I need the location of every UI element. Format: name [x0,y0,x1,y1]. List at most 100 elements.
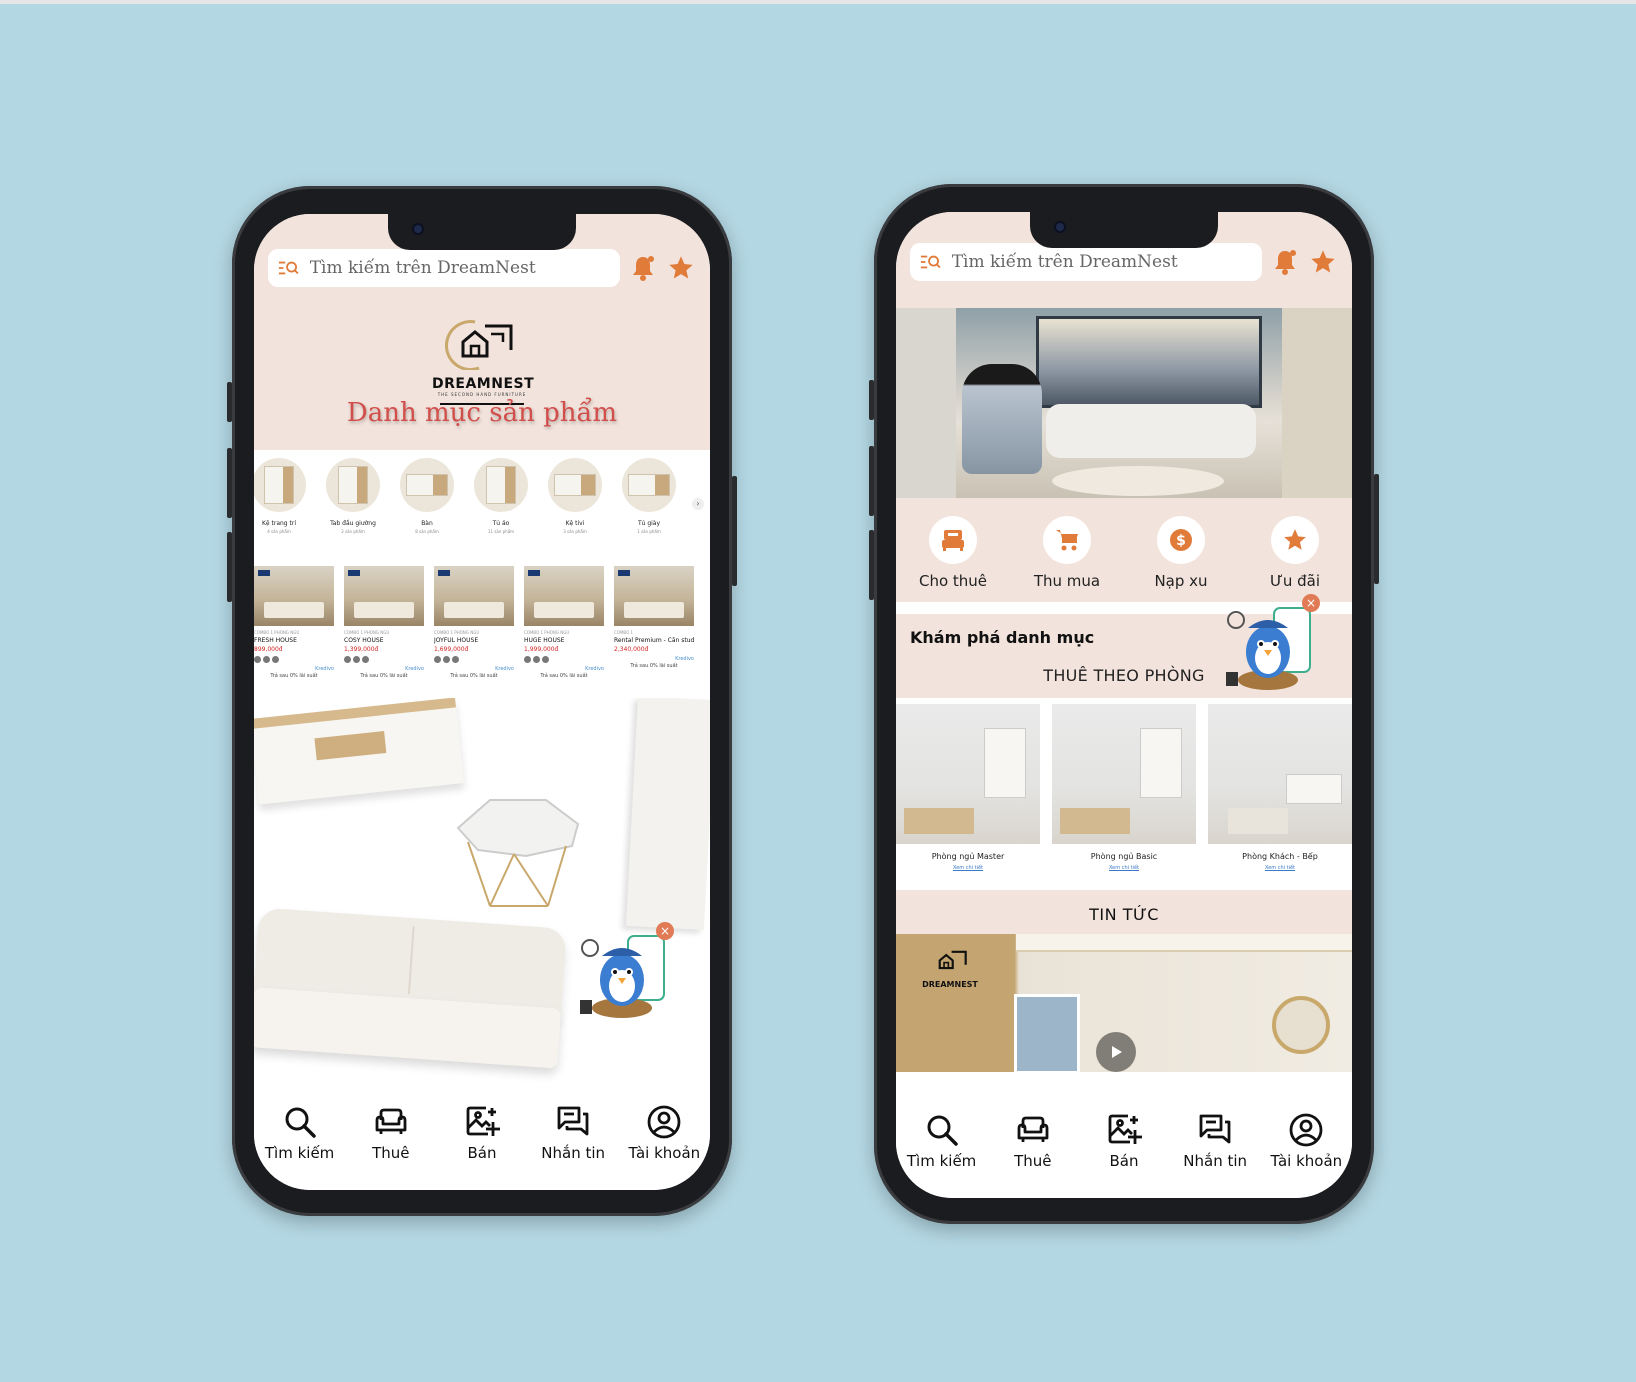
chat-icon [1199,1114,1231,1144]
category-item[interactable]: Kệ tivi 3 sản phẩm [546,458,604,552]
play-icon[interactable] [1096,1032,1136,1072]
nav-sell[interactable]: Bán [1082,1112,1166,1170]
nav-rent[interactable]: Thuê [991,1112,1075,1170]
coffee-table-image [456,799,580,907]
quick-label: Thu mua [1033,572,1101,590]
product-row: COMBO 1 PHÒNG NGỦ FRESH HOUSE 899,000đ K… [254,566,710,696]
category-count: 3 sản phẩm [563,529,587,534]
room-image [896,704,1040,844]
product-name: FRESH HOUSE [254,637,297,644]
nav-label: Nhắn tin [1183,1152,1248,1170]
nav-account[interactable]: Tài khoản [622,1104,706,1162]
close-icon[interactable]: × [656,922,674,940]
product-card[interactable]: COMBO 1 PHÒNG NGỦ JOYFUL HOUSE 1,699,000… [434,566,514,696]
cart-icon [1043,516,1091,564]
nav-label: Nhắn tin [541,1144,606,1162]
mascot-widget[interactable]: × [1222,594,1320,694]
product-pay-later: Trả sau 0% lãi suất [540,673,588,679]
star-icon[interactable] [666,253,696,283]
product-name: COSY HOUSE [344,637,384,644]
search-icon [285,1107,316,1138]
quick-buyback[interactable]: Thu mua [1022,516,1112,602]
product-name: HUGE HOUSE [524,637,565,644]
product-pay-later: Trả sau 0% lãi suất [450,673,498,679]
category-count: 1 sản phẩm [637,529,661,534]
category-item[interactable]: Kệ trang trí 4 sản phẩm [254,458,308,552]
image-plus-icon [466,1106,500,1136]
quick-label: Nạp xu [1154,572,1208,590]
search-input[interactable] [951,252,1252,272]
category-item[interactable]: Bàn 8 sản phẩm [398,458,456,552]
volume-button [869,380,874,420]
category-label: Tab đầu giường [330,520,376,527]
nav-label: Thuê [1014,1152,1052,1170]
nav-label: Tìm kiếm [906,1152,977,1170]
product-pay-later: Trả sau 0% lãi suất [270,673,318,679]
room-card[interactable]: Phòng ngủ Master Xem chi tiết [896,704,1040,884]
product-card[interactable]: COMBO 1 PHÒNG NGỦ COSY HOUSE 1,399,000đ … [344,566,424,696]
room-image [1052,704,1196,844]
product-card[interactable]: COMBO 1 Rental Premium - Căn studio 2,34… [614,566,694,696]
search-box[interactable] [268,249,620,287]
penguin-mascot-icon [580,935,665,1018]
room-detail-link[interactable]: Xem chi tiết [953,865,983,871]
bell-icon[interactable] [1270,247,1300,277]
star-icon [1271,516,1319,564]
top-strip [0,0,1636,4]
category-count: 2 sản phẩm [341,529,365,534]
nav-search[interactable]: Tìm kiếm [900,1112,984,1170]
screen: DREAMNEST THE SECOND HAND FURNITURE Danh… [254,214,710,1190]
category-item[interactable]: Tủ giày 1 sản phẩm [620,458,678,552]
category-image [254,458,306,512]
product-pay-later: Trả sau 0% lãi suất [360,673,408,679]
mascot-widget[interactable]: × [576,922,674,1022]
account-icon [1289,1113,1323,1147]
product-pay-later: Trả sau 0% lãi suất [630,663,678,669]
product-meta: COMBO 1 PHÒNG NGỦ [434,630,480,635]
search-filter-icon [278,261,299,275]
product-card[interactable]: COMBO 1 PHÒNG NGỦ FRESH HOUSE 899,000đ K… [254,566,334,696]
product-image [344,566,424,626]
room-list: Phòng ngủ Master Xem chi tiết Phòng ngủ … [896,704,1352,884]
star-icon[interactable] [1308,247,1338,277]
volume-button [869,530,874,600]
nav-search[interactable]: Tìm kiếm [258,1104,342,1162]
house-logo-icon [938,950,967,970]
search-box[interactable] [910,243,1262,281]
search-filter-icon [920,255,941,269]
nav-account[interactable]: Tài khoản [1264,1112,1348,1170]
chevron-right-icon[interactable]: › [692,498,704,510]
room-detail-link[interactable]: Xem chi tiết [1265,865,1295,871]
nav-messages[interactable]: Nhắn tin [531,1104,615,1162]
quick-topup[interactable]: $ Nạp xu [1136,516,1226,602]
quick-deals[interactable]: Ưu đãi [1250,516,1340,602]
hero-banner[interactable] [896,308,1352,498]
svg-text:$: $ [1176,533,1186,549]
nav-rent[interactable]: Thuê [349,1104,433,1162]
bell-icon[interactable] [628,253,658,283]
room-card[interactable]: Phòng Khách - Bếp Xem chi tiết [1208,704,1352,884]
product-image [614,566,694,626]
product-card[interactable]: COMBO 1 PHÒNG NGỦ HUGE HOUSE 1,999,000đ … [524,566,604,696]
search-input[interactable] [309,258,610,278]
news-video[interactable]: DREAMNEST [896,934,1352,1072]
product-meta: COMBO 1 [614,630,634,635]
kredivo-logo: Kredivo [585,666,604,672]
camera [1054,221,1066,233]
color-swatches [254,656,334,663]
close-icon[interactable]: × [1302,594,1320,612]
image-plus-icon [1108,1114,1142,1144]
product-meta: COMBO 1 PHÒNG NGỦ [344,630,390,635]
room-card[interactable]: Phòng ngủ Basic Xem chi tiết [1052,704,1196,884]
room-detail-link[interactable]: Xem chi tiết [1109,865,1139,871]
quick-rent-out[interactable]: Cho thuê [908,516,998,602]
volume-button [869,446,874,516]
category-item[interactable]: Tủ áo 11 sản phẩm [472,458,530,552]
nav-sell[interactable]: Bán [440,1104,524,1162]
category-item[interactable]: Tab đầu giường 2 sản phẩm [324,458,382,552]
search-icon [927,1115,958,1146]
nav-messages[interactable]: Nhắn tin [1173,1112,1257,1170]
quick-label: Cho thuê [918,572,988,590]
category-label: Kệ trang trí [261,520,297,527]
product-price: 1,399,000đ [344,646,379,653]
